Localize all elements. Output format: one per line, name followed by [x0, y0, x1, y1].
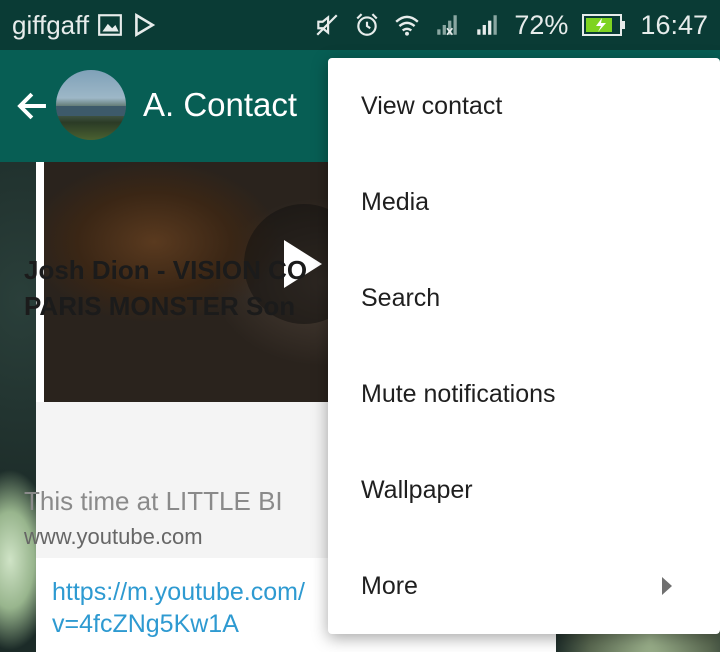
menu-item-mute-notifications[interactable]: Mute notifications — [328, 346, 720, 442]
play-store-icon — [135, 12, 156, 38]
menu-item-label: Media — [361, 187, 430, 216]
gallery-icon — [98, 14, 123, 36]
signal-icon — [477, 15, 498, 35]
message-link[interactable]: https://m.youtube.com/ v=4fcZNg5Kw1A — [52, 576, 305, 640]
menu-item-label: Search — [361, 283, 441, 312]
message-link-line1[interactable]: https://m.youtube.com/ — [52, 576, 305, 608]
link-preview-description: This time at LITTLE BI — [24, 486, 283, 516]
wifi-icon — [395, 15, 420, 36]
menu-item-more[interactable]: More — [328, 538, 720, 634]
clock: 16:47 — [640, 9, 708, 40]
link-preview-domain: www.youtube.com — [24, 524, 203, 549]
link-preview-title: Josh Dion - VISION CO PARIS MONSTER Son — [24, 252, 324, 324]
contact-avatar[interactable] — [56, 70, 126, 140]
signal-no-service-icon — [437, 15, 458, 36]
menu-item-label: View contact — [361, 91, 503, 120]
carrier-name: giffgaff — [12, 9, 90, 40]
menu-item-label: Mute notifications — [361, 379, 556, 408]
menu-item-view-contact[interactable]: View contact — [328, 58, 720, 154]
link-preview-title-line2: PARIS MONSTER Son — [24, 291, 296, 321]
mute-icon — [316, 14, 338, 36]
status-bar: giffgaff 72% 16:47 — [0, 0, 720, 50]
submenu-arrow-icon — [662, 577, 672, 595]
back-arrow-icon[interactable] — [14, 88, 50, 124]
menu-item-label: More — [361, 571, 418, 600]
link-preview-title-line1: Josh Dion - VISION CO — [24, 255, 308, 285]
battery-charging-icon — [582, 14, 626, 36]
overflow-menu: View contact Media Search Mute notificat… — [328, 58, 720, 634]
contact-name[interactable]: A. Contact — [143, 86, 297, 124]
menu-item-label: Wallpaper — [361, 475, 473, 504]
menu-item-search[interactable]: Search — [328, 250, 720, 346]
menu-item-wallpaper[interactable]: Wallpaper — [328, 442, 720, 538]
battery-percent: 72% — [514, 9, 569, 40]
alarm-icon — [356, 13, 378, 36]
message-link-line2[interactable]: v=4fcZNg5Kw1A — [52, 608, 305, 640]
menu-item-media[interactable]: Media — [328, 154, 720, 250]
